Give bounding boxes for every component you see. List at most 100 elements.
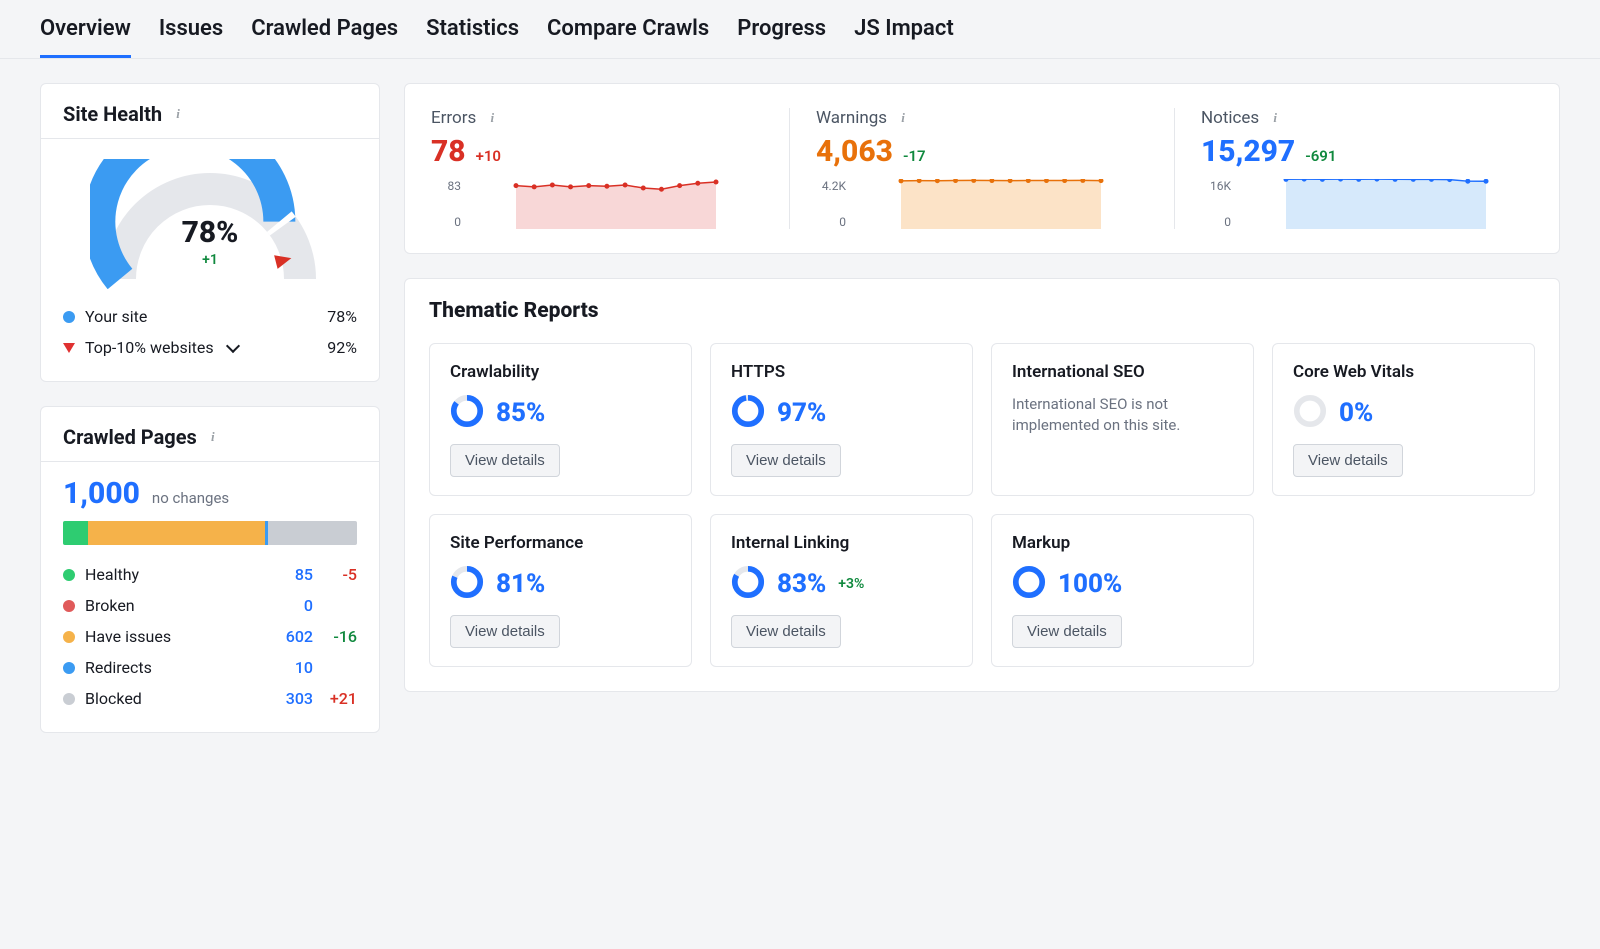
stat-title: Warnings — [816, 108, 887, 128]
donut-icon — [1293, 394, 1327, 432]
report-note: International SEO is not implemented on … — [1012, 394, 1233, 436]
y-min: 0 — [816, 215, 846, 229]
report-percent: 100% — [1058, 569, 1122, 599]
info-icon[interactable]: i — [895, 110, 911, 126]
stat-value: 78 — [431, 134, 466, 169]
dot-icon — [63, 569, 75, 581]
dot-icon — [63, 600, 75, 612]
donut-icon — [731, 565, 765, 603]
stat-delta: -691 — [1305, 147, 1336, 165]
your-site-value: 78% — [327, 307, 357, 326]
donut-icon — [731, 394, 765, 432]
crawled-row-delta: -16 — [313, 627, 357, 646]
report-percent: 85% — [496, 398, 545, 428]
crawled-pages-card: Crawled Pages i 1,000 no changes Healthy… — [40, 406, 380, 733]
info-icon[interactable]: i — [170, 106, 186, 122]
sparkline — [854, 179, 1148, 229]
dot-icon — [63, 662, 75, 674]
crawled-row-name: Blocked — [85, 689, 142, 708]
y-max: 16K — [1201, 179, 1231, 193]
crawled-title: Crawled Pages — [63, 425, 197, 449]
crawled-row-value[interactable]: 303 — [263, 689, 313, 708]
tab-compare-crawls[interactable]: Compare Crawls — [547, 16, 709, 58]
info-icon[interactable]: i — [205, 429, 221, 445]
bar-segment — [88, 521, 265, 545]
top10-label: Top-10% websites — [85, 338, 214, 357]
report-title: Markup — [1012, 533, 1233, 553]
top10-value: 92% — [327, 338, 357, 357]
crawled-row: Redirects 10 — [63, 652, 357, 683]
report-title: Internal Linking — [731, 533, 952, 553]
stat-value: 4,063 — [816, 134, 893, 169]
bar-segment — [63, 521, 88, 545]
report-title: Core Web Vitals — [1293, 362, 1514, 382]
crawled-row-name: Broken — [85, 596, 135, 615]
crawled-row-value[interactable]: 0 — [263, 596, 313, 615]
crawled-bar — [63, 521, 357, 545]
report-percent: 0% — [1339, 398, 1373, 428]
report-core-web-vitals: Core Web Vitals 0% View details — [1272, 343, 1535, 496]
tab-js-impact[interactable]: JS Impact — [854, 16, 954, 58]
report-international-seo: International SEO International SEO is no… — [991, 343, 1254, 496]
report-title: International SEO — [1012, 362, 1233, 382]
view-details-button[interactable]: View details — [450, 444, 560, 477]
gauge-delta: +1 — [90, 252, 330, 268]
crawled-row-delta: -5 — [313, 565, 357, 584]
stat-title: Errors — [431, 108, 476, 128]
y-min: 0 — [431, 215, 461, 229]
y-max: 83 — [431, 179, 461, 193]
crawled-row-name: Healthy — [85, 565, 139, 584]
stat-delta: -17 — [903, 147, 926, 165]
report-title: Crawlability — [450, 362, 671, 382]
tab-statistics[interactable]: Statistics — [426, 16, 519, 58]
sparkline — [469, 179, 763, 229]
thematic-title: Thematic Reports — [405, 279, 1559, 331]
donut-icon — [450, 394, 484, 432]
crawled-row-value[interactable]: 85 — [263, 565, 313, 584]
report-title: HTTPS — [731, 362, 952, 382]
donut-icon — [450, 565, 484, 603]
stat-title: Notices — [1201, 108, 1259, 128]
crawled-row-name: Have issues — [85, 627, 171, 646]
tab-progress[interactable]: Progress — [737, 16, 826, 58]
report-percent: 83% — [777, 569, 826, 599]
report-percent: 97% — [777, 398, 826, 428]
tab-issues[interactable]: Issues — [159, 16, 223, 58]
view-details-button[interactable]: View details — [450, 615, 560, 648]
thematic-card: Thematic Reports Crawlability 85% View det… — [404, 278, 1560, 692]
your-site-label: Your site — [85, 307, 147, 326]
report-title: Site Performance — [450, 533, 671, 553]
info-icon[interactable]: i — [1267, 110, 1283, 126]
view-details-button[interactable]: View details — [1012, 615, 1122, 648]
chevron-down-icon — [226, 339, 240, 353]
stats-card: Errorsi 78+10 830 Warningsi 4,063-17 4.2… — [404, 83, 1560, 254]
report-internal-linking: Internal Linking 83% +3% View details — [710, 514, 973, 667]
top10-dropdown[interactable]: Top-10% websites — [63, 338, 238, 357]
crawled-row: Blocked 303+21 — [63, 683, 357, 714]
crawled-row-delta: +21 — [313, 689, 357, 708]
y-min: 0 — [1201, 215, 1231, 229]
info-icon[interactable]: i — [484, 110, 500, 126]
site-health-title: Site Health — [63, 102, 162, 126]
triangle-down-icon — [63, 343, 75, 353]
report-https: HTTPS 97% View details — [710, 343, 973, 496]
report-delta: +3% — [838, 576, 864, 592]
dot-icon — [63, 693, 75, 705]
crawled-row: Have issues 602-16 — [63, 621, 357, 652]
view-details-button[interactable]: View details — [731, 444, 841, 477]
stat-warnings[interactable]: Warnings i 4,063 -17 4.2K 0 — [790, 108, 1175, 229]
crawled-row-name: Redirects — [85, 658, 152, 677]
stat-errors[interactable]: Errorsi 78 +10 83 0 — [405, 108, 790, 229]
tab-crawled-pages[interactable]: Crawled Pages — [251, 16, 398, 58]
stat-delta: +10 — [476, 147, 501, 165]
stat-notices[interactable]: Noticesi 15,297-691 16K0 — [1175, 108, 1559, 229]
tab-overview[interactable]: Overview — [40, 16, 131, 58]
crawled-row: Broken 0 — [63, 590, 357, 621]
view-details-button[interactable]: View details — [731, 615, 841, 648]
crawled-row-value[interactable]: 602 — [263, 627, 313, 646]
y-max: 4.2K — [816, 179, 846, 193]
gauge-percent: 78% — [90, 215, 330, 250]
view-details-button[interactable]: View details — [1293, 444, 1403, 477]
crawled-row-value[interactable]: 10 — [263, 658, 313, 677]
site-health-gauge: 78% +1 — [90, 159, 330, 289]
